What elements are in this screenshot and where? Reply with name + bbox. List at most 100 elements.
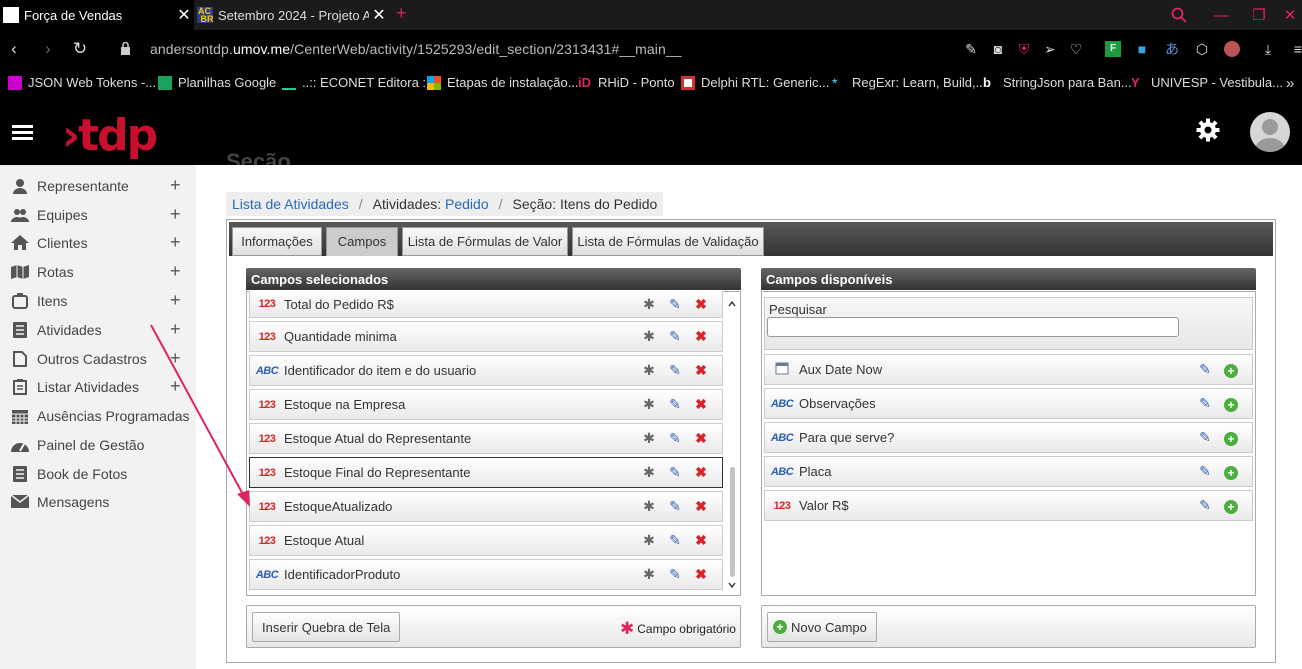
delete-icon[interactable]: ✖ [688, 430, 714, 447]
available-field-row[interactable]: ABC Para que serve? ✎ + [764, 422, 1253, 453]
breadcrumb-lista-atividades[interactable]: Lista de Atividades [232, 196, 349, 212]
bookmark-item[interactable]: Y UNIVESP - Vestibula... [1131, 75, 1283, 90]
cube-icon[interactable]: ⬡ [1194, 41, 1210, 57]
tab-campos[interactable]: Campos [326, 227, 398, 256]
available-field-row[interactable]: Aux Date Now ✎ + [764, 354, 1253, 385]
selected-field-row[interactable]: ABC IdentificadorProduto ✱ ✎ ✖ [249, 559, 723, 590]
close-window-icon[interactable]: ✕ [1278, 0, 1302, 30]
add-icon[interactable]: + [170, 261, 181, 282]
sidebar-item-rotas[interactable]: Rotas + [0, 257, 196, 286]
add-icon[interactable]: + [170, 290, 181, 311]
delete-icon[interactable]: ✖ [688, 328, 714, 345]
pencil-icon[interactable]: ✎ [1192, 361, 1218, 378]
menu-icon[interactable]: ≡ [1290, 41, 1302, 57]
required-toggle-icon[interactable]: ✱ [636, 328, 662, 345]
reload-icon[interactable]: ↻ [70, 39, 90, 59]
sidebar-item-outros-cadastros[interactable]: Outros Cadastros + [0, 344, 196, 373]
pencil-icon[interactable]: ✎ [1192, 395, 1218, 412]
user-avatar[interactable] [1250, 112, 1290, 152]
back-icon[interactable]: ‹ [4, 39, 24, 59]
sidebar-item-painel-gestao[interactable]: Painel de Gestão [0, 430, 196, 459]
available-field-row[interactable]: ABC Observações ✎ + [764, 388, 1253, 419]
pencil-icon[interactable]: ✎ [662, 396, 688, 413]
new-tab-icon[interactable]: + [396, 3, 407, 24]
insert-break-button[interactable]: Inserir Quebra de Tela [252, 612, 401, 642]
hamburger-menu-icon[interactable] [12, 125, 33, 140]
delete-icon[interactable]: ✖ [688, 396, 714, 413]
shield-icon[interactable]: ⛨ [1016, 41, 1032, 57]
sidebar-item-representante[interactable]: Representante + [0, 171, 196, 200]
profile-avatar-icon[interactable] [1224, 41, 1240, 57]
delete-icon[interactable]: ✖ [688, 566, 714, 583]
breadcrumb-pedido-link[interactable]: Pedido [445, 196, 489, 212]
bookmark-item[interactable]: Etapas de instalação... [427, 75, 579, 90]
sidebar-item-ausencias[interactable]: Ausências Programadas [0, 401, 196, 430]
delete-icon[interactable]: ✖ [688, 532, 714, 549]
bookmark-item[interactable]: JSON Web Tokens -... [8, 75, 156, 90]
required-toggle-icon[interactable]: ✱ [636, 566, 662, 583]
selected-fields-scrollbar[interactable] [726, 297, 738, 593]
tab-formulas-validacao[interactable]: Lista de Fórmulas de Validação [572, 227, 764, 256]
add-circle-icon[interactable]: + [1218, 464, 1244, 480]
heart-icon[interactable]: ♡ [1068, 41, 1084, 57]
required-toggle-icon[interactable]: ✱ [636, 464, 662, 481]
add-circle-icon[interactable]: + [1218, 396, 1244, 412]
delete-icon[interactable]: ✖ [688, 498, 714, 515]
close-tab-icon[interactable]: ✕ [369, 5, 389, 25]
search-input[interactable] [767, 317, 1179, 337]
add-circle-icon[interactable]: + [1218, 430, 1244, 446]
available-field-row[interactable]: 123 Valor R$ ✎ + [764, 490, 1253, 521]
sidebar-item-itens[interactable]: Itens + [0, 286, 196, 315]
edit-icon[interactable]: ✎ [963, 41, 979, 57]
pencil-icon[interactable]: ✎ [662, 328, 688, 345]
pencil-icon[interactable]: ✎ [1192, 497, 1218, 514]
required-toggle-icon[interactable]: ✱ [636, 296, 662, 313]
search-tabs-icon[interactable] [1160, 0, 1198, 30]
pencil-icon[interactable]: ✎ [662, 532, 688, 549]
tdp-logo[interactable]: ›tdp [62, 110, 158, 161]
sidebar-item-atividades[interactable]: Atividades + [0, 315, 196, 344]
required-toggle-icon[interactable]: ✱ [636, 396, 662, 413]
bookmark-item[interactable]: Planilhas Google [158, 75, 276, 90]
camera-icon[interactable]: ◙ [990, 41, 1006, 57]
add-icon[interactable]: + [170, 319, 181, 340]
selected-field-row[interactable]: 123 Quantidade minima ✱ ✎ ✖ [249, 321, 723, 352]
pencil-icon[interactable]: ✎ [662, 296, 688, 313]
browser-tab-inactive[interactable]: AC BR Setembro 2024 - Projeto Ag ✕ [194, 0, 389, 30]
close-tab-icon[interactable]: ✕ [174, 5, 194, 25]
add-icon[interactable]: + [170, 376, 181, 397]
gear-icon[interactable] [1196, 118, 1220, 142]
available-field-row[interactable]: ABC Placa ✎ + [764, 456, 1253, 487]
sidebar-item-clientes[interactable]: Clientes + [0, 228, 196, 257]
delete-icon[interactable]: ✖ [688, 362, 714, 379]
tab-informacoes[interactable]: Informações [232, 227, 322, 256]
required-toggle-icon[interactable]: ✱ [636, 532, 662, 549]
translate-icon[interactable]: あ [1164, 41, 1180, 57]
pencil-icon[interactable]: ✎ [1192, 463, 1218, 480]
selected-field-row[interactable]: 123 Estoque Atual do Representante ✱ ✎ ✖ [249, 423, 723, 454]
pencil-icon[interactable]: ✎ [662, 430, 688, 447]
bookmark-item[interactable]: * RegExr: Learn, Build,... [832, 75, 986, 90]
add-icon[interactable]: + [170, 204, 181, 225]
more-bookmarks-icon[interactable]: » [1286, 75, 1294, 92]
url-field[interactable]: andersontdp.umov.me/CenterWeb/activity/1… [150, 41, 682, 57]
selected-field-row[interactable]: ABC Identificador do item e do usuario ✱ ✎ ✖ [249, 355, 723, 386]
add-icon[interactable]: + [170, 348, 181, 369]
extension-f-icon[interactable]: F [1105, 41, 1121, 57]
tab-formulas-valor[interactable]: Lista de Fórmulas de Valor [402, 227, 568, 256]
delete-icon[interactable]: ✖ [688, 296, 714, 313]
browser-tab-active[interactable]: Força de Vendas ✕ [0, 0, 194, 30]
bookmark-item[interactable]: ..:: ECONET Editora ::.. [282, 75, 437, 90]
required-toggle-icon[interactable]: ✱ [636, 430, 662, 447]
new-field-button[interactable]: + Novo Campo [767, 612, 877, 642]
selected-field-row[interactable]: 123 Estoque Atual ✱ ✎ ✖ [249, 525, 723, 556]
download-icon[interactable]: ⤓ [1260, 41, 1276, 57]
selected-field-row[interactable]: 123 Total do Pedido R$ ✱ ✎ ✖ [249, 291, 723, 318]
minimize-icon[interactable]: — [1202, 0, 1240, 30]
selected-field-row[interactable]: 123 Estoque Final do Representante ✱ ✎ ✖ [249, 457, 723, 488]
scrollbar-thumb[interactable] [730, 467, 735, 577]
restore-icon[interactable]: ❐ [1240, 0, 1278, 30]
sidebar-item-book-fotos[interactable]: Book de Fotos [0, 459, 196, 488]
add-circle-icon[interactable]: + [1218, 498, 1244, 514]
sidebar-item-equipes[interactable]: Equipes + [0, 200, 196, 229]
